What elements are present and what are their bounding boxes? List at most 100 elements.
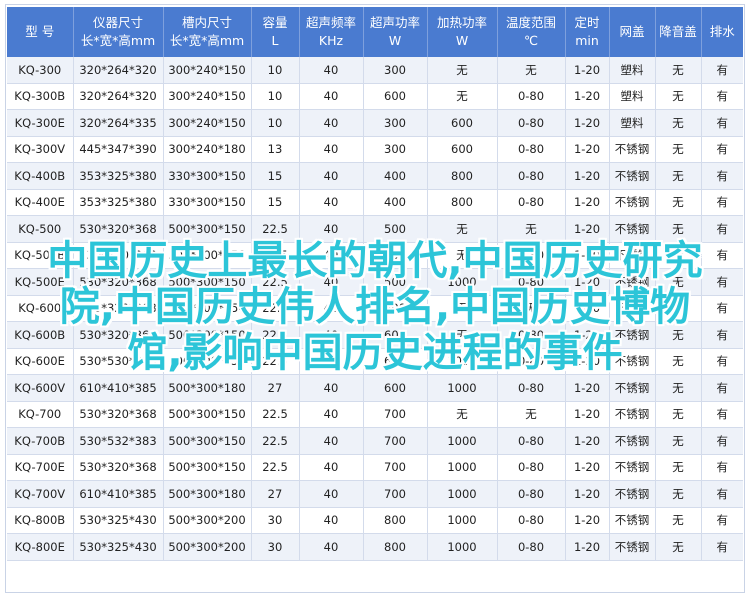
table-cell: 40 [299, 454, 364, 481]
table-cell: 不锈钢 [609, 533, 656, 561]
table-cell: 500 [363, 215, 428, 243]
table-cell: 1-20 [565, 162, 610, 190]
table-cell: 530*320*368 [73, 215, 164, 243]
model-cell: KQ-700E [7, 454, 74, 481]
table-cell: 600 [427, 136, 498, 163]
table-cell: 无 [655, 321, 702, 349]
table-cell: 320*264*320 [73, 83, 164, 110]
column-header-title: 温度范围 [505, 15, 556, 30]
table-cell: 不锈钢 [609, 374, 656, 402]
column-header: 网盖 [609, 7, 656, 57]
table-row: KQ-800E 530*325*430 500*300*200 30 40 800 1000… [7, 533, 743, 561]
table-row: KQ-700 530*320*368 500*300*150 22.5 40 700 无无 1… [7, 401, 743, 428]
table-cell: 0-80 [497, 454, 566, 481]
table-cell: 500*300*150 [163, 321, 252, 349]
table-cell: 1-20 [565, 507, 610, 534]
table-cell: 有 [701, 162, 743, 190]
table-cell: 0-80 [497, 109, 566, 137]
table-cell: 1-20 [565, 242, 610, 269]
table-cell: 40 [299, 480, 364, 508]
table-body: KQ-300 320*264*320 300*240*150 10 40 300 无无 1-2… [7, 57, 743, 561]
table-cell: 530*320*368 [73, 242, 164, 269]
table-cell: 530*320*368 [73, 295, 164, 322]
column-header-title: 容量 [262, 15, 288, 30]
table-cell: 40 [299, 242, 364, 269]
table-cell: 无 [655, 83, 702, 110]
table-cell: 22.5 [251, 295, 300, 322]
table-cell: 500*300*150 [163, 427, 252, 455]
table-cell: 1-20 [565, 454, 610, 481]
model-cell: KQ-500E [7, 268, 74, 296]
table-cell: 无 [655, 268, 702, 296]
table-cell: 不锈钢 [609, 480, 656, 508]
table-row: KQ-300B 320*264*320 300*240*150 10 40 600 无 0-8… [7, 83, 743, 110]
table-cell: 700 [363, 401, 428, 428]
table-cell: 610*410*385 [73, 480, 164, 508]
table-cell: 无 [655, 189, 702, 216]
table-row: KQ-500 530*320*368 500*300*150 22.5 40 500 无无 1… [7, 215, 743, 243]
table-cell: 无 [655, 242, 702, 269]
column-header: 型 号 [7, 7, 74, 57]
table-cell: 500*300*150 [163, 401, 252, 428]
table-cell: 40 [299, 374, 364, 402]
column-header-unit: KHz [318, 33, 344, 48]
model-cell: KQ-600B [7, 321, 74, 349]
table-cell: 有 [701, 109, 743, 137]
table-cell: 有 [701, 321, 743, 349]
table-cell: 40 [299, 533, 364, 561]
table-cell: 不锈钢 [609, 215, 656, 243]
table-cell: 1-20 [565, 321, 610, 349]
table-cell: 不锈钢 [609, 242, 656, 269]
table-cell: 30 [251, 533, 300, 561]
model-cell: KQ-300B [7, 83, 74, 110]
table-row: KQ-400B 353*325*380 330*300*150 15 40 400 800 0… [7, 162, 743, 190]
table-cell: 1-20 [565, 480, 610, 508]
table-cell: 有 [701, 136, 743, 163]
table-cell: 530*325*430 [73, 533, 164, 561]
table-row: KQ-600B 530*320*368 500*300*150 22.5 40 600 无 0… [7, 321, 743, 349]
table-cell: 500*300*200 [163, 507, 252, 534]
table-cell: 800 [363, 507, 428, 534]
table-cell: 530*530*383 [73, 348, 164, 375]
table-cell: 无 [427, 83, 498, 110]
table-cell: 500*300*150 [163, 215, 252, 243]
table-cell: 40 [299, 83, 364, 110]
table-cell: 353*325*380 [73, 162, 164, 190]
table-cell: 1-20 [565, 427, 610, 455]
table-cell: 330*300*150 [163, 189, 252, 216]
table-cell: 有 [701, 189, 743, 216]
table-cell: 1-20 [565, 401, 610, 428]
table-cell: 300 [363, 57, 428, 84]
table-row: KQ-400E 353*325*380 330*300*150 15 40 400 800 0… [7, 189, 743, 216]
table-cell: 22.5 [251, 215, 300, 243]
table-cell: 0-80 [497, 268, 566, 296]
table-cell: 22.5 [251, 454, 300, 481]
table-cell: 1-20 [565, 109, 610, 137]
table-cell: 22.5 [251, 321, 300, 349]
table-cell: 22.5 [251, 348, 300, 375]
column-header-title: 槽内尺寸 [181, 15, 232, 30]
column-header-title: 仪器尺寸 [92, 15, 143, 30]
table-cell: 1000 [427, 374, 498, 402]
table-cell: 445*347*390 [73, 136, 164, 163]
table-cell: 400 [363, 189, 428, 216]
column-header-unit: W [455, 33, 469, 48]
table-cell: 1000 [427, 480, 498, 508]
table-cell: 有 [701, 454, 743, 481]
table-cell: 800 [363, 533, 428, 561]
table-cell: 40 [299, 507, 364, 534]
table-cell: 无 [497, 295, 566, 322]
table-cell: 无 [655, 427, 702, 455]
table-cell: 无 [655, 295, 702, 322]
table-cell: 40 [299, 162, 364, 190]
table-cell: 353*325*380 [73, 189, 164, 216]
table-cell: 塑料 [609, 109, 656, 137]
table-cell: 600 [363, 348, 428, 375]
table-cell: 15 [251, 189, 300, 216]
table-cell: 0-80 [497, 533, 566, 561]
model-cell: KQ-600V [7, 374, 74, 402]
table-cell: 有 [701, 215, 743, 243]
spec-table: 型 号仪器尺寸 长*宽*高mm 槽内尺寸 长*宽*高mm 容量 L 超声频率 KHz 超声功率 W… [7, 7, 743, 561]
table-cell: 有 [701, 57, 743, 84]
table-row: KQ-300V 445*347*390 300*240*180 13 40 300 600 0… [7, 136, 743, 163]
